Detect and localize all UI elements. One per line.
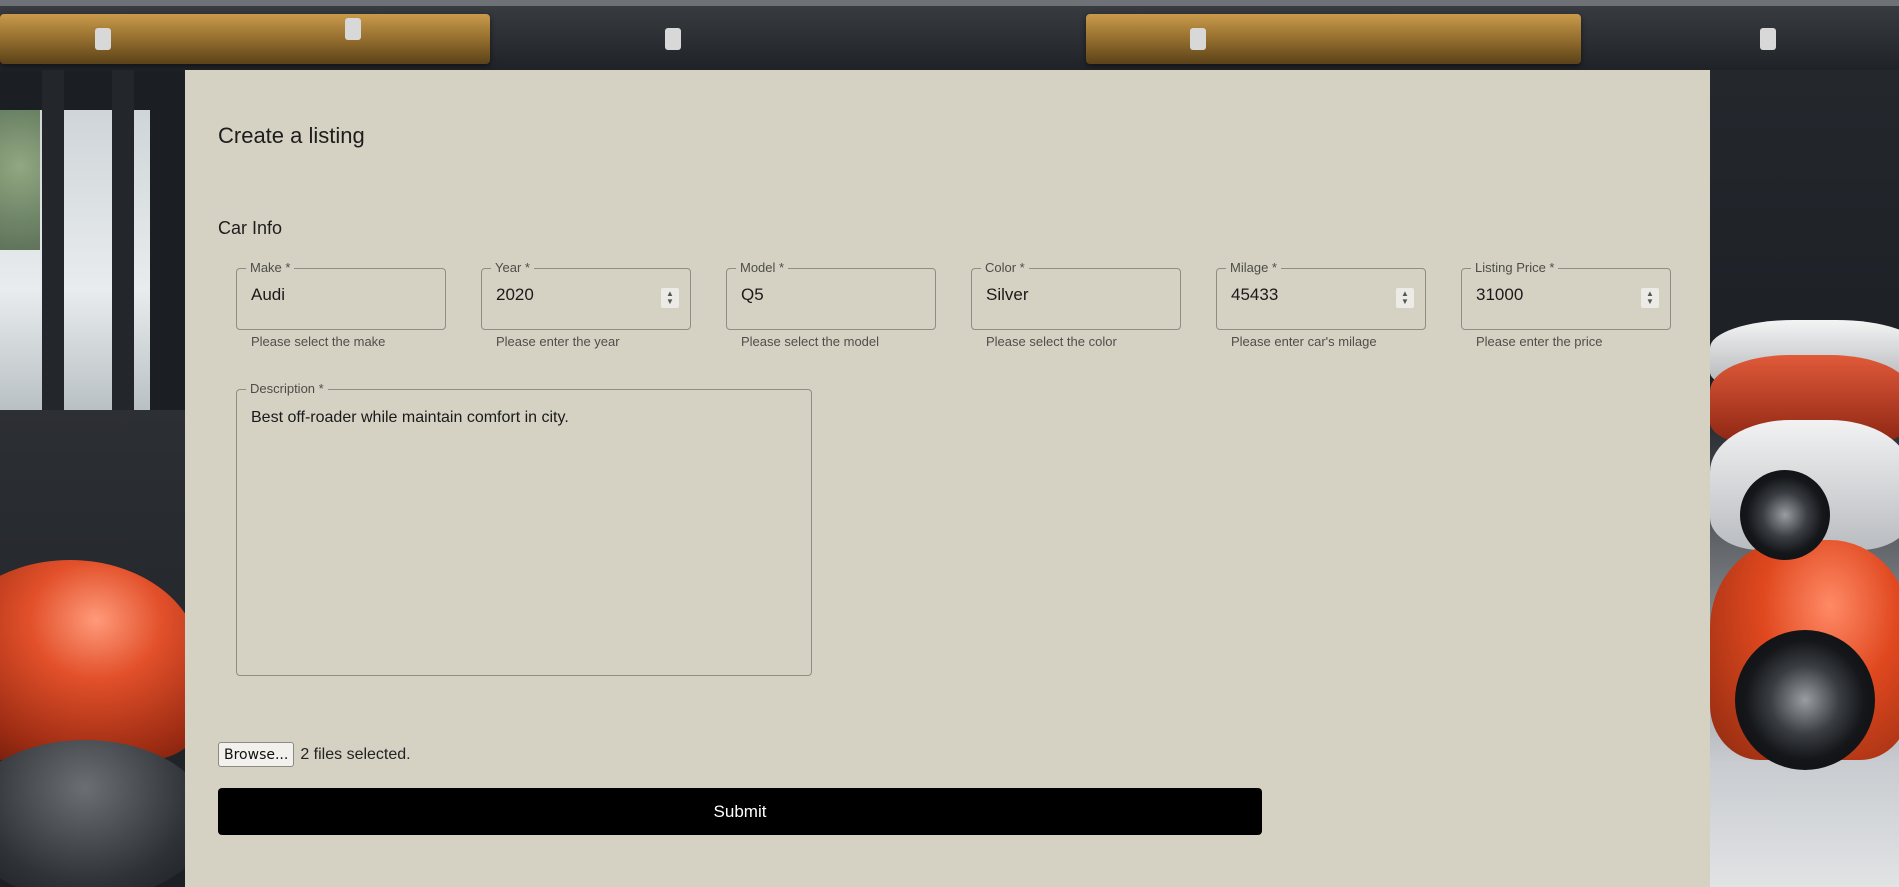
listing-form-panel: Create a listing Car Info Make * Audi Pl… bbox=[185, 70, 1710, 887]
description-label: Description * bbox=[246, 381, 328, 396]
ceiling-light bbox=[1086, 14, 1581, 64]
milage-label: Milage * bbox=[1226, 260, 1281, 275]
color-value[interactable]: Silver bbox=[986, 285, 1029, 305]
milage-field[interactable]: Milage * 45433 ▲ ▼ Please enter car's mi… bbox=[1216, 260, 1426, 349]
file-upload: Browse... 2 files selected. bbox=[218, 742, 411, 767]
year-helper-text: Please enter the year bbox=[496, 334, 620, 349]
spotlight bbox=[665, 28, 681, 50]
chevron-down-icon[interactable]: ▼ bbox=[666, 298, 674, 306]
year-field[interactable]: Year * 2020 ▲ ▼ Please enter the year bbox=[481, 260, 691, 349]
listing-price-helper-text: Please enter the price bbox=[1476, 334, 1603, 349]
ceiling-light bbox=[0, 14, 490, 64]
color-field[interactable]: Color * Silver Please select the color bbox=[971, 260, 1181, 349]
spotlight bbox=[1760, 28, 1776, 50]
spotlight bbox=[345, 18, 361, 40]
tree bbox=[0, 110, 40, 250]
chevron-down-icon[interactable]: ▼ bbox=[1401, 298, 1409, 306]
up-down-chevron-icon[interactable]: ▲ ▼ bbox=[1641, 288, 1659, 308]
milage-value[interactable]: 45433 bbox=[1231, 285, 1278, 305]
model-helper-text: Please select the model bbox=[741, 334, 880, 349]
spotlight bbox=[1190, 28, 1206, 50]
pillar bbox=[112, 70, 134, 450]
pillar bbox=[42, 70, 64, 450]
up-down-chevron-icon[interactable]: ▲ ▼ bbox=[1396, 288, 1414, 308]
milage-helper-text: Please enter car's milage bbox=[1231, 334, 1377, 349]
submit-button[interactable]: Submit bbox=[218, 788, 1262, 835]
color-label: Color * bbox=[981, 260, 1029, 275]
model-field[interactable]: Model * Q5 Please select the model bbox=[726, 260, 936, 349]
make-helper-text: Please select the make bbox=[251, 334, 386, 349]
listing-price-value[interactable]: 31000 bbox=[1476, 285, 1523, 305]
description-field[interactable]: Description * Best off-roader while main… bbox=[236, 381, 812, 676]
file-status-text: 2 files selected. bbox=[300, 745, 411, 763]
description-textarea[interactable] bbox=[236, 389, 812, 676]
make-value[interactable]: Audi bbox=[251, 285, 285, 305]
page-title: Create a listing bbox=[218, 123, 365, 148]
year-label: Year * bbox=[491, 260, 534, 275]
model-label: Model * bbox=[736, 260, 789, 275]
color-helper-text: Please select the color bbox=[986, 334, 1117, 349]
chevron-down-icon[interactable]: ▼ bbox=[1646, 298, 1654, 306]
browse-button[interactable]: Browse... bbox=[218, 742, 295, 767]
make-label: Make * bbox=[246, 260, 295, 275]
up-down-chevron-icon[interactable]: ▲ ▼ bbox=[661, 288, 679, 308]
ceiling-beam bbox=[0, 0, 1899, 6]
description-value[interactable]: Best off-roader while maintain comfort i… bbox=[251, 409, 569, 427]
car-wheel bbox=[1740, 470, 1830, 560]
car-wheel bbox=[1735, 630, 1875, 770]
section-title-car-info: Car Info bbox=[218, 218, 283, 238]
model-value[interactable]: Q5 bbox=[741, 285, 764, 305]
listing-price-field[interactable]: Listing Price * 31000 ▲ ▼ Please enter t… bbox=[1461, 260, 1671, 349]
spotlight bbox=[95, 28, 111, 50]
year-value[interactable]: 2020 bbox=[496, 285, 534, 305]
listing-price-label: Listing Price * bbox=[1471, 260, 1559, 275]
make-field[interactable]: Make * Audi Please select the make bbox=[236, 260, 446, 349]
